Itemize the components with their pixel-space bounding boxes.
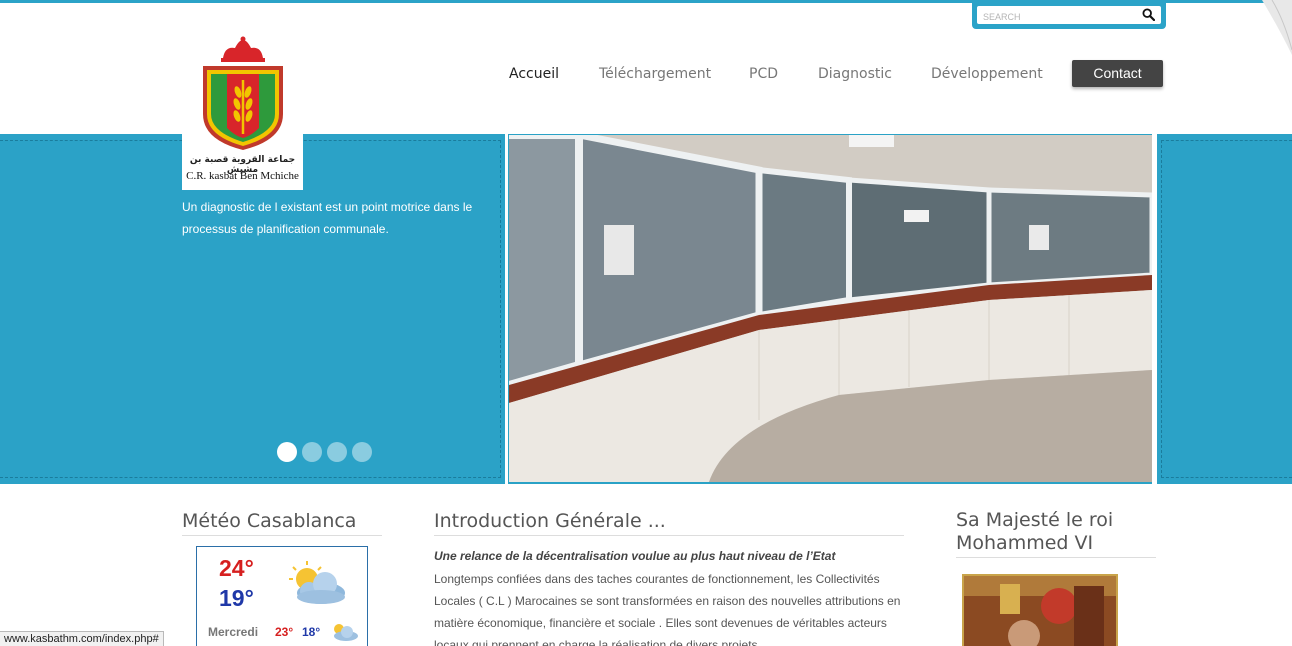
nav-item-pcd[interactable]: PCD — [749, 66, 778, 82]
king-title: Sa Majesté le roi Mohammed VI — [956, 509, 1114, 554]
intro-title: Introduction Générale ... — [434, 510, 666, 532]
weather-widget[interactable]: 24° 19° Mercredi 23° 18° — [196, 546, 368, 646]
hero-caption: Un diagnostic de l existant est un point… — [182, 200, 473, 236]
slider-dot-1[interactable] — [277, 442, 297, 462]
intro-body: Longtemps confiées dans des taches coura… — [434, 572, 901, 646]
search-icon[interactable] — [1142, 8, 1155, 21]
current-temp-high: 24° — [219, 555, 254, 581]
search-box — [972, 2, 1166, 29]
intro-subtitle: Une relance de la décentralisation voulu… — [434, 549, 836, 563]
weather-title-rule — [182, 535, 382, 536]
intro-title-rule — [434, 535, 904, 536]
nav-item-accueil[interactable]: Accueil — [509, 66, 559, 82]
hero-divider — [505, 134, 508, 484]
contact-button[interactable]: Contact — [1072, 60, 1163, 87]
forecast-low: 18° — [302, 625, 321, 639]
coat-of-arms-icon — [203, 36, 283, 150]
partly-cloudy-icon — [289, 561, 345, 604]
current-temp-low: 19° — [219, 585, 254, 611]
weather-title: Météo Casablanca — [182, 510, 357, 532]
hero-slide-image — [509, 135, 1152, 482]
hero-side-panel — [1157, 134, 1292, 484]
nav-item-diagnostic[interactable]: Diagnostic — [818, 66, 892, 82]
king-title-rule — [956, 557, 1156, 558]
search-field-wrapper — [977, 6, 1161, 24]
search-input[interactable] — [977, 6, 1137, 24]
hero-divider-right — [1152, 134, 1157, 484]
logo-latin-text: C.R. kasbat Ben Mchiche — [186, 170, 299, 182]
site-logo[interactable]: جماعة القروية قصبة بن مشيش C.R. kasbat B… — [182, 30, 303, 190]
forecast-day: Mercredi — [208, 625, 259, 639]
nav-item-telechargement[interactable]: Téléchargement — [599, 66, 711, 82]
browser-status-bar: www.kasbathm.com/index.php# — [0, 631, 164, 646]
page-curl-decoration — [1262, 0, 1292, 60]
partly-cloudy-small-icon — [334, 624, 358, 641]
forecast-high: 23° — [275, 625, 294, 639]
slider-dot-4[interactable] — [352, 442, 372, 462]
king-portrait-image — [962, 574, 1118, 646]
nav-item-developpement[interactable]: Développement — [931, 66, 1043, 82]
slider-dot-3[interactable] — [327, 442, 347, 462]
slider-dot-2[interactable] — [302, 442, 322, 462]
